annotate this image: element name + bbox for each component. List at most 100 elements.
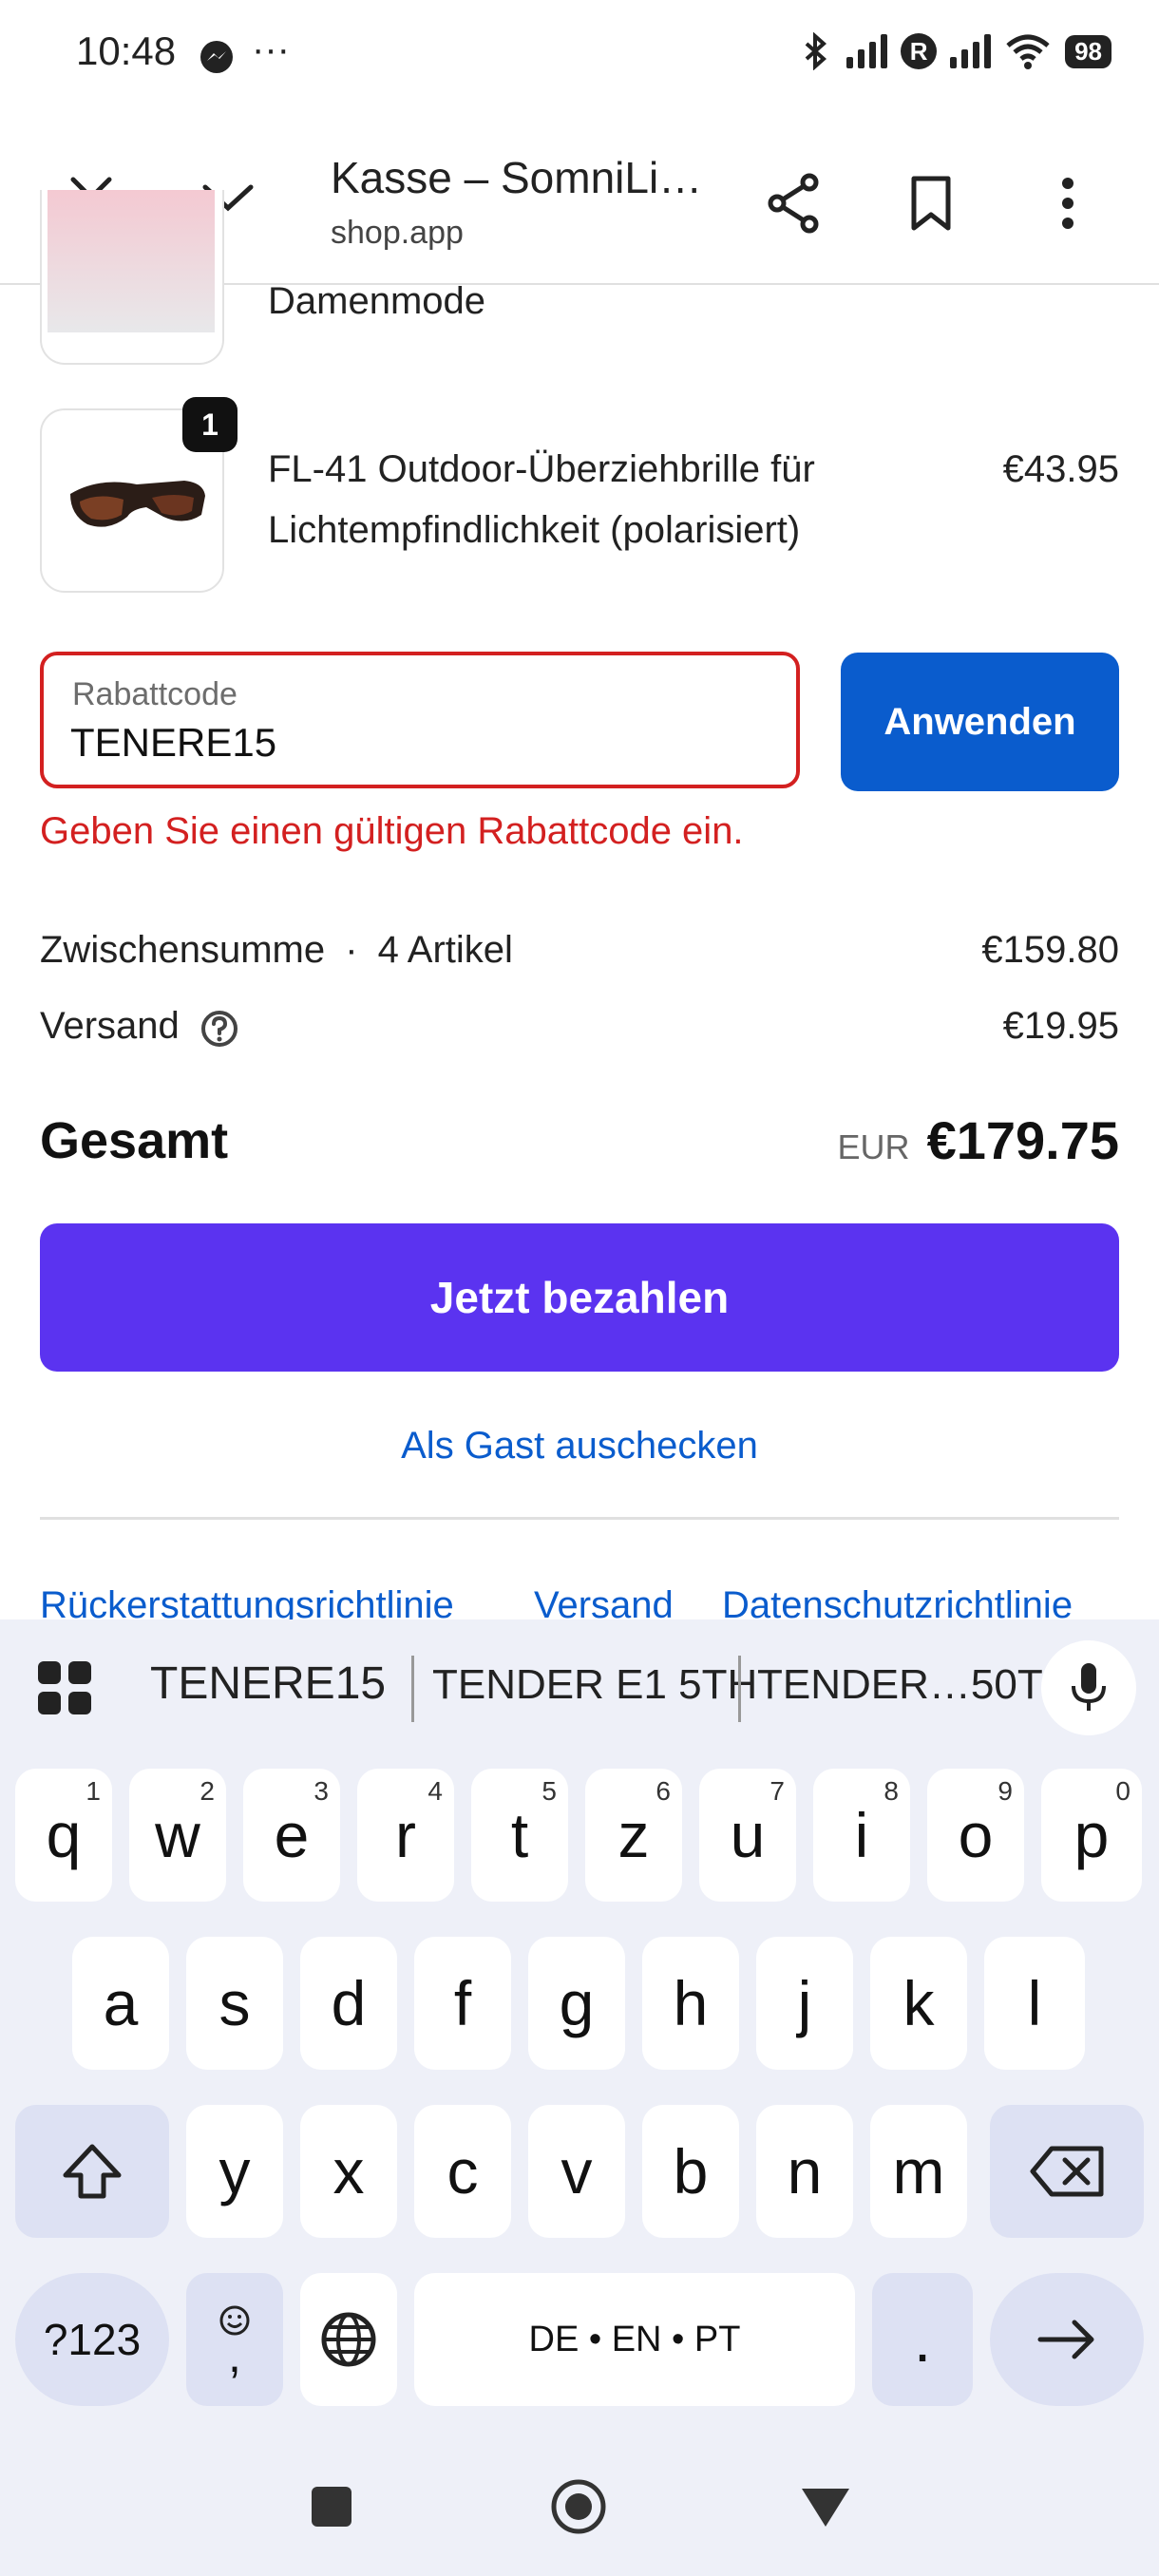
battery-icon: 98 — [1065, 34, 1112, 68]
discount-code-label: Rabattcode — [72, 676, 238, 712]
recents-button[interactable] — [312, 2487, 352, 2527]
key-label: u — [730, 1800, 766, 1870]
messenger-icon — [200, 41, 233, 73]
key-b[interactable]: b — [642, 2105, 739, 2238]
key-label: z — [618, 1800, 650, 1870]
language-key[interactable] — [300, 2273, 397, 2406]
arrow-right-icon — [1037, 2320, 1094, 2359]
total-currency: EUR — [837, 1127, 910, 1166]
key-hint: 3 — [314, 1776, 329, 1806]
key-r[interactable]: r4 — [357, 1769, 454, 1902]
home-button[interactable] — [549, 2477, 608, 2536]
suggestion-3[interactable]: TENDER…50TH — [757, 1661, 1074, 1709]
key-z[interactable]: z6 — [585, 1769, 682, 1902]
microphone-icon — [1072, 1663, 1106, 1711]
key-d[interactable]: d — [300, 1937, 397, 2070]
share-button[interactable] — [747, 156, 842, 251]
backspace-key[interactable] — [990, 2105, 1144, 2238]
suggestion-separator — [738, 1656, 741, 1722]
key-o[interactable]: o9 — [927, 1769, 1024, 1902]
total-label: Gesamt — [40, 1112, 229, 1169]
status-bar: 10:48 ··· R 98 — [0, 0, 1159, 112]
key-e[interactable]: e3 — [243, 1769, 340, 1902]
more-vert-icon — [1062, 178, 1074, 229]
key-i[interactable]: i8 — [813, 1769, 910, 1902]
key-hint: 8 — [884, 1776, 899, 1806]
key-n[interactable]: n — [756, 2105, 853, 2238]
shipping-label: Versand — [40, 1005, 180, 1047]
key-label: p — [1074, 1800, 1110, 1870]
item-price: €43.95 — [1002, 448, 1119, 490]
more-options-button[interactable] — [1020, 156, 1115, 251]
enter-key[interactable] — [990, 2273, 1144, 2406]
key-label: t — [510, 1800, 529, 1870]
key-label: q — [46, 1800, 82, 1870]
suggestion-2[interactable]: TENDER E1 5TH — [432, 1661, 757, 1709]
key-label: r — [395, 1800, 416, 1870]
key-w[interactable]: w2 — [129, 1769, 226, 1902]
key-u[interactable]: u7 — [699, 1769, 796, 1902]
key-hint: 1 — [86, 1776, 101, 1806]
key-f[interactable]: f — [414, 1937, 511, 2070]
item-name-line1: FL-41 Outdoor-Überziehbrille für — [268, 448, 815, 490]
item-thumbnail — [40, 190, 224, 365]
suggestion-1[interactable]: TENERE15 — [150, 1657, 386, 1710]
discount-error-message: Geben Sie einen gültigen Rabattcode ein. — [40, 810, 744, 852]
comma-label: , — [228, 2329, 241, 2382]
apply-button[interactable]: Anwenden — [841, 653, 1119, 791]
key-v[interactable]: v — [528, 2105, 625, 2238]
item-name: Damenmode — [268, 280, 486, 322]
signal-icon-2 — [950, 34, 992, 68]
key-s[interactable]: s — [186, 1937, 283, 2070]
space-key[interactable]: DE • EN • PT — [414, 2273, 855, 2406]
globe-icon — [321, 2312, 376, 2367]
key-a[interactable]: a — [72, 1937, 169, 2070]
page-title: Kasse – SomniLi… — [331, 153, 703, 202]
shift-icon — [63, 2144, 122, 2199]
guest-checkout-link[interactable]: Als Gast auschecken — [0, 1425, 1159, 1468]
key-hint: 2 — [200, 1776, 215, 1806]
key-c[interactable]: c — [414, 2105, 511, 2238]
suggestion-separator — [411, 1656, 414, 1722]
total-amount: EUR €179.75 — [838, 1109, 1119, 1171]
emoji-comma-key[interactable]: , — [186, 2273, 283, 2406]
help-icon[interactable] — [200, 1009, 239, 1049]
key-h[interactable]: h — [642, 1937, 739, 2070]
key-x[interactable]: x — [300, 2105, 397, 2238]
key-y[interactable]: y — [186, 2105, 283, 2238]
pay-now-button[interactable]: Jetzt bezahlen — [40, 1223, 1119, 1372]
period-key[interactable]: . — [872, 2273, 973, 2406]
key-p[interactable]: p0 — [1041, 1769, 1142, 1902]
subtotal-value: €159.80 — [981, 929, 1119, 971]
key-t[interactable]: t5 — [471, 1769, 568, 1902]
key-l[interactable]: l — [984, 1937, 1085, 2070]
bookmark-button[interactable] — [884, 156, 978, 251]
quantity-badge: 1 — [182, 397, 238, 452]
status-icons: R 98 — [799, 32, 1112, 70]
key-k[interactable]: k — [870, 1937, 967, 2070]
key-hint: 0 — [1115, 1776, 1130, 1806]
key-hint: 9 — [998, 1776, 1013, 1806]
bluetooth-icon — [805, 32, 827, 70]
key-q[interactable]: q1 — [15, 1769, 112, 1902]
discount-code-field[interactable]: Rabattcode — [40, 652, 800, 788]
bookmark-icon — [911, 176, 951, 231]
back-button[interactable] — [800, 2487, 851, 2529]
subtotal-row: Zwischensumme · 4 Artikel — [40, 929, 513, 971]
wifi-icon — [1006, 34, 1050, 69]
key-j[interactable]: j — [756, 1937, 853, 2070]
subtotal-label: Zwischensumme — [40, 929, 326, 971]
roaming-badge: R — [901, 33, 938, 69]
backspace-icon — [1030, 2146, 1104, 2197]
discount-code-input[interactable] — [70, 720, 773, 766]
apps-grid-icon[interactable] — [36, 1659, 93, 1716]
key-g[interactable]: g — [528, 1937, 625, 2070]
voice-input-button[interactable] — [1041, 1640, 1136, 1735]
item-name-line2: Lichtempfindlichkeit (polarisiert) — [268, 509, 801, 551]
key-label: w — [155, 1800, 200, 1870]
shift-key[interactable] — [15, 2105, 169, 2238]
system-navigation-bar — [0, 2422, 1159, 2576]
symbols-key[interactable]: ?123 — [15, 2273, 169, 2406]
share-icon — [768, 173, 819, 234]
key-m[interactable]: m — [870, 2105, 967, 2238]
